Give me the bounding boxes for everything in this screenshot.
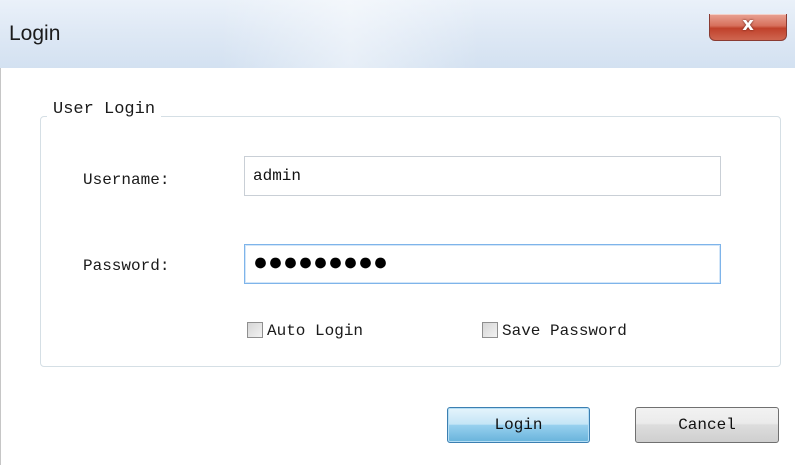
auto-login-label[interactable]: Auto Login	[267, 322, 363, 340]
window-title: Login	[9, 22, 61, 45]
username-field[interactable]: admin	[244, 156, 721, 196]
password-field[interactable]: ●●●●●●●●●	[244, 244, 721, 284]
dialog-body: User Login Username: admin Password: ●●●…	[0, 68, 795, 465]
password-label: Password:	[83, 257, 170, 275]
cancel-button[interactable]: Cancel	[635, 407, 779, 443]
auto-login-checkbox[interactable]	[247, 322, 263, 338]
close-icon: x	[742, 14, 754, 35]
username-label: Username:	[83, 171, 170, 189]
title-bar: Login x	[0, 0, 795, 68]
login-button[interactable]: Login	[447, 407, 590, 443]
save-password-checkbox[interactable]	[482, 322, 498, 338]
save-password-label[interactable]: Save Password	[502, 322, 627, 340]
username-value: admin	[253, 167, 302, 185]
group-legend: User Login	[47, 100, 162, 119]
user-login-group	[40, 116, 781, 367]
title-bar-sheen	[220, 0, 480, 68]
close-button[interactable]: x	[709, 14, 787, 41]
password-masked-value: ●●●●●●●●●	[253, 249, 389, 278]
